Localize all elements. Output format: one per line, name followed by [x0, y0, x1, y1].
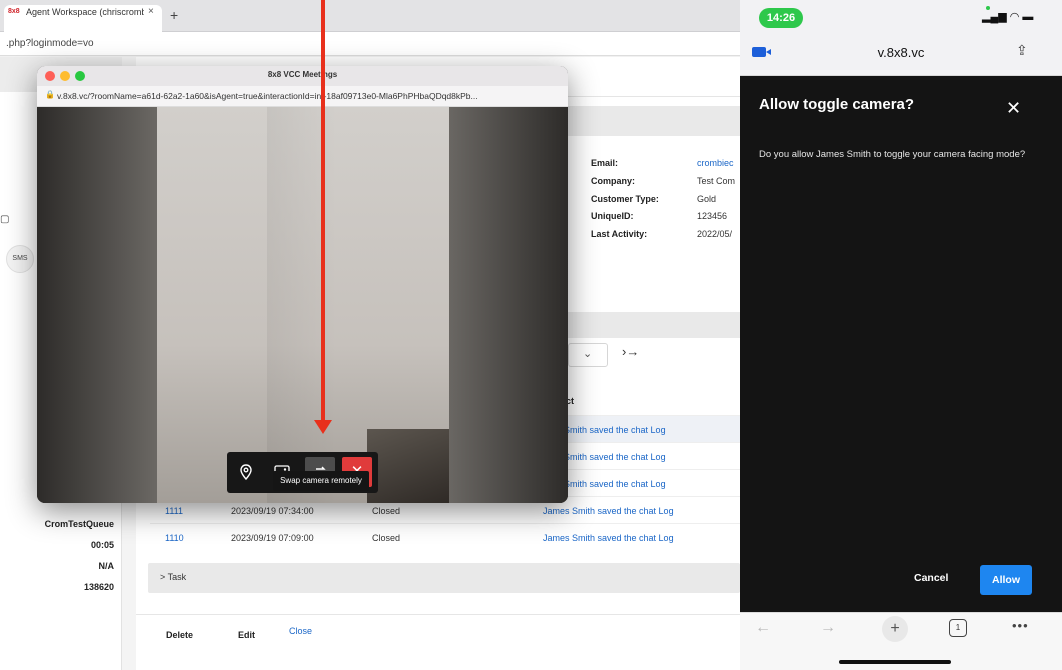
- video-corner-object: [367, 429, 449, 503]
- info-label-company: Company:: [591, 176, 636, 186]
- cancel-button[interactable]: Cancel: [914, 572, 948, 584]
- info-label-last-activity: Last Activity:: [591, 229, 648, 239]
- row-date: 2023/09/19 07:34:00: [231, 506, 314, 516]
- sms-button[interactable]: SMS: [6, 245, 34, 273]
- tab-title: Agent Workspace (chriscromb: [26, 7, 144, 17]
- annotation-arrow-head: [314, 420, 332, 434]
- phone-domain: v.8x8.vc: [877, 45, 925, 60]
- queue-name: CromTestQueue: [44, 519, 114, 529]
- back-arrow-icon[interactable]: ←: [755, 619, 771, 637]
- location-pin-icon[interactable]: [231, 457, 261, 487]
- remote-video-feed: ✕ Swap camera remotely: [37, 107, 568, 503]
- dialog-message: Do you allow James Smith to toggle your …: [759, 149, 1026, 160]
- info-value-company: Test Com: [697, 176, 736, 186]
- home-indicator[interactable]: [839, 660, 951, 664]
- info-value-last-activity: 2022/05/: [697, 229, 733, 239]
- side-panel-icon[interactable]: ▢: [0, 214, 9, 225]
- row-date: 2023/09/19 07:09:00: [231, 533, 314, 543]
- video-meeting-window: 8x8 VCC Meetings 🔒 v.8x8.vc/?roomName=a6…: [37, 66, 568, 503]
- info-value-customer-type: Gold: [697, 194, 717, 204]
- info-label-uniqueid: UniqueID:: [591, 211, 634, 221]
- task-section-label: > Task: [160, 572, 187, 582]
- queue-value: N/A: [98, 561, 115, 571]
- row-message[interactable]: James Smith saved the chat Log: [543, 533, 674, 543]
- queue-info: CromTestQueue 00:05 N/A 138620: [18, 514, 114, 598]
- annotation-arrow-line: [321, 0, 325, 424]
- video-frame-left: [37, 107, 157, 503]
- more-options-icon[interactable]: •••: [1012, 618, 1029, 633]
- task-section-toggle[interactable]: [148, 563, 740, 593]
- delete-button[interactable]: Delete: [166, 630, 193, 640]
- row-id[interactable]: 1110: [165, 533, 184, 543]
- table-row[interactable]: 1110 2023/09/19 07:09:00 Closed James Sm…: [150, 523, 740, 550]
- row-status: Closed: [372, 506, 401, 516]
- info-value-email[interactable]: crombiec: [697, 158, 734, 168]
- allow-button[interactable]: Allow: [980, 565, 1032, 595]
- new-tab-icon[interactable]: +: [170, 8, 178, 22]
- info-value-uniqueid: 123456: [697, 211, 728, 221]
- close-button[interactable]: Close: [289, 626, 312, 636]
- tabs-count-icon[interactable]: 1: [949, 619, 967, 637]
- browser-url-text: .php?loginmode=vo: [6, 38, 94, 49]
- share-icon[interactable]: ⇪: [1016, 42, 1028, 59]
- video-wall-shade: [267, 107, 337, 503]
- lock-icon: 🔒: [45, 90, 55, 99]
- tab-close-icon[interactable]: ×: [148, 6, 154, 17]
- video-frame-right: [449, 107, 568, 503]
- tab-favicon-logo: 8x8: [8, 8, 20, 15]
- edit-button[interactable]: Edit: [238, 630, 255, 640]
- signal-wifi-battery-icon: ▂▄▆ ◠ ▬: [982, 11, 1034, 23]
- queue-wait-time: 00:05: [90, 540, 114, 550]
- info-label-email: Email:: [591, 158, 619, 168]
- row-status: Closed: [372, 533, 401, 543]
- chevron-down-icon: ⌄: [583, 348, 593, 360]
- row-message[interactable]: es Smith saved the chat Log: [552, 452, 666, 462]
- queue-number: 138620: [83, 582, 114, 592]
- row-id[interactable]: 1111: [165, 506, 183, 516]
- video-window-url-bar: 🔒 v.8x8.vc/?roomName=a61d-62a2-1a60&isAg…: [37, 86, 568, 107]
- screenshot-root: 8x8 Agent Workspace (chriscromb × + .php…: [0, 0, 1062, 670]
- info-label-customer-type: Customer Type:: [591, 194, 659, 204]
- close-icon[interactable]: ✕: [1006, 98, 1021, 119]
- row-message[interactable]: es Smith saved the chat Log: [552, 425, 666, 435]
- new-tab-plus-icon[interactable]: +: [882, 616, 908, 642]
- phone-time: 14:26: [759, 8, 803, 28]
- workspace-footer: [136, 614, 740, 670]
- row-message[interactable]: es Smith saved the chat Log: [552, 479, 666, 489]
- window-title-bar[interactable]: 8x8 VCC Meetings: [37, 66, 568, 86]
- video-window-url: v.8x8.vc/?roomName=a61d-62a2-1a60&isAgen…: [57, 91, 478, 101]
- location-pin-icon-svg: [240, 464, 252, 481]
- row-message[interactable]: James Smith saved the chat Log: [543, 506, 674, 516]
- dialog-title: Allow toggle camera?: [759, 96, 915, 113]
- swap-camera-tooltip: Swap camera remotely: [273, 471, 369, 491]
- window-title: 8x8 VCC Meetings: [267, 70, 338, 79]
- forward-arrow-icon[interactable]: →: [820, 619, 836, 637]
- pager-next-icon[interactable]: ›→: [622, 344, 639, 359]
